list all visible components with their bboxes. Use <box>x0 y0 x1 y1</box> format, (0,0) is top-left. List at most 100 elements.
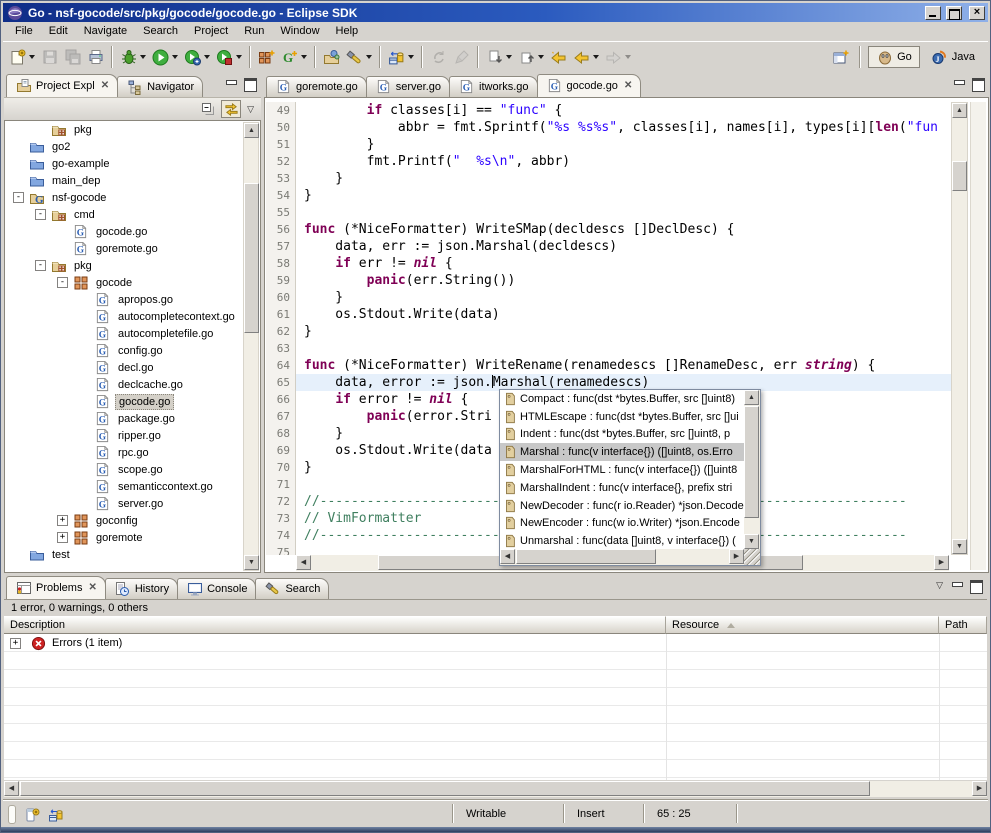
dropdown-arrow-icon[interactable] <box>236 55 242 59</box>
expand-toggle-icon[interactable]: + <box>57 515 68 526</box>
tree-item-ripper.go[interactable]: Gripper.go <box>5 427 260 444</box>
scroll-right-icon[interactable]: ▶ <box>972 781 987 796</box>
completion-item[interactable]: Marshal : func(v interface{}) ([]uint8, … <box>500 443 744 461</box>
tree-item-scope.go[interactable]: Gscope.go <box>5 461 260 478</box>
expand-toggle-icon[interactable]: + <box>57 532 68 543</box>
debug-button[interactable] <box>117 45 149 69</box>
menu-window[interactable]: Window <box>272 23 327 40</box>
menu-project[interactable]: Project <box>186 23 236 40</box>
completion-item[interactable]: Unmarshal : func(data []uint8, v interfa… <box>500 532 744 549</box>
maximize-button[interactable] <box>946 6 962 20</box>
tree-item-rpc.go[interactable]: Grpc.go <box>5 444 260 461</box>
problems-hscroll-thumb[interactable] <box>20 781 870 796</box>
tree-item-goremote[interactable]: +goremote <box>5 529 260 546</box>
collapse-toggle-icon[interactable]: - <box>57 277 68 288</box>
new-go-element-button[interactable]: G <box>278 45 310 69</box>
menu-help[interactable]: Help <box>328 23 367 40</box>
collapse-all-button[interactable] <box>198 100 218 118</box>
column-header-description[interactable]: Description <box>4 616 666 634</box>
new-button[interactable] <box>6 45 38 69</box>
completion-item[interactable]: MarshalForHTML : func(v interface{}) ([]… <box>500 461 744 479</box>
code-line-59[interactable]: 59 panic(err.String()) <box>266 272 952 289</box>
editor-tab-goremote.go[interactable]: Ggoremote.go <box>266 76 367 97</box>
tree-item-test[interactable]: test <box>5 546 260 563</box>
column-header-path[interactable]: Path <box>939 616 987 634</box>
scroll-down-icon[interactable]: ▼ <box>952 539 967 554</box>
code-line-60[interactable]: 60 } <box>266 289 952 306</box>
scroll-up-icon[interactable]: ▲ <box>952 103 967 118</box>
code-line-57[interactable]: 57 data, err := json.Marshal(decldescs) <box>266 238 952 255</box>
tree-item-main_dep[interactable]: main_dep <box>5 172 260 189</box>
tree-item-pkg[interactable]: pkg <box>5 121 260 138</box>
tree-item-apropos.go[interactable]: Gapropos.go <box>5 291 260 308</box>
dropdown-arrow-icon[interactable] <box>29 55 35 59</box>
last-edit-location-button[interactable] <box>547 45 570 69</box>
completion-item[interactable]: MarshalIndent : func(v interface{}, pref… <box>500 479 744 497</box>
view-tab-console[interactable]: Console <box>177 578 256 599</box>
go-environment-button[interactable] <box>385 45 417 69</box>
view-menu-icon[interactable]: ▽ <box>933 580 946 592</box>
back-button[interactable] <box>570 45 602 69</box>
popup-hscrollbar[interactable]: ◀ ▶ <box>500 549 744 565</box>
code-line-56[interactable]: 56func (*NiceFormatter) WriteSMap(declde… <box>266 221 952 238</box>
open-type-button[interactable] <box>320 45 343 69</box>
editor-tab-gocode.go[interactable]: Ggocode.go✕ <box>537 74 642 97</box>
scroll-left-icon[interactable]: ◀ <box>500 549 515 564</box>
run-last-button[interactable] <box>181 45 213 69</box>
collapse-toggle-icon[interactable]: - <box>35 260 46 271</box>
column-header-resource[interactable]: Resource <box>666 616 939 634</box>
external-tools-button[interactable] <box>213 45 245 69</box>
menu-run[interactable]: Run <box>236 23 272 40</box>
link-with-editor-button[interactable] <box>221 100 241 118</box>
close-button[interactable]: × <box>969 6 985 20</box>
dropdown-arrow-icon[interactable] <box>408 55 414 59</box>
tree-item-declcache.go[interactable]: Gdeclcache.go <box>5 376 260 393</box>
tree-item-go2[interactable]: go2 <box>5 138 260 155</box>
tree-item-nsf-gocode[interactable]: -Gnsf-gocode <box>5 189 260 206</box>
title-bar[interactable]: Go - nsf-gocode/src/pkg/gocode/gocode.go… <box>3 3 988 22</box>
scroll-down-icon[interactable]: ▼ <box>244 555 259 570</box>
tree-item-pkg[interactable]: -pkg <box>5 257 260 274</box>
minimize-editor-icon[interactable] <box>952 77 967 90</box>
tree-item-autocompletecontext.go[interactable]: Gautocompletecontext.go <box>5 308 260 325</box>
scroll-up-icon[interactable]: ▲ <box>244 123 259 138</box>
close-tab-icon[interactable]: ✕ <box>88 582 96 593</box>
code-line-54[interactable]: 54} <box>266 187 952 204</box>
expand-toggle-icon[interactable]: + <box>10 638 21 649</box>
tree-item-cmd[interactable]: -cmd <box>5 206 260 223</box>
tree-scrollbar[interactable]: ▲ ▼ <box>243 122 259 571</box>
dropdown-arrow-icon[interactable] <box>506 55 512 59</box>
dropdown-arrow-icon[interactable] <box>538 55 544 59</box>
popup-resize-grip[interactable] <box>744 549 760 565</box>
close-tab-icon[interactable]: ✕ <box>101 80 109 91</box>
completion-item[interactable]: NewEncoder : func(w io.Writer) *json.Enc… <box>500 515 744 533</box>
perspective-go-button[interactable]: Go <box>868 46 920 68</box>
scroll-right-icon[interactable]: ▶ <box>729 549 744 564</box>
popup-vscrollbar[interactable]: ▲ ▼ <box>744 390 760 549</box>
dropdown-arrow-icon[interactable] <box>625 55 631 59</box>
menu-search[interactable]: Search <box>135 23 186 40</box>
scroll-down-icon[interactable]: ▼ <box>744 534 759 549</box>
completion-item[interactable]: NewDecoder : func(r io.Reader) *json.Dec… <box>500 497 744 515</box>
next-annotation-button[interactable] <box>483 45 515 69</box>
tree-scroll-thumb[interactable] <box>244 183 259 333</box>
problems-row[interactable]: +Errors (1 item) <box>4 634 987 652</box>
tree-item-goremote.go[interactable]: Ggoremote.go <box>5 240 260 257</box>
view-tab-project-expl[interactable]: Project Expl✕ <box>6 74 118 97</box>
previous-annotation-button[interactable] <box>515 45 547 69</box>
popup-vscroll-thumb[interactable] <box>744 406 759 518</box>
scroll-left-icon[interactable]: ◀ <box>296 555 311 570</box>
minimize-button[interactable] <box>925 6 941 20</box>
new-go-package-button[interactable] <box>255 45 278 69</box>
dropdown-arrow-icon[interactable] <box>172 55 178 59</box>
dropdown-arrow-icon[interactable] <box>204 55 210 59</box>
problems-hscrollbar[interactable]: ◀ ▶ <box>4 781 987 797</box>
dropdown-arrow-icon[interactable] <box>366 55 372 59</box>
print-button[interactable] <box>84 45 107 69</box>
dropdown-arrow-icon[interactable] <box>301 55 307 59</box>
tree-item-server.go[interactable]: Gserver.go <box>5 495 260 512</box>
code-line-52[interactable]: 52 fmt.Printf(" %s\n", abbr) <box>266 153 952 170</box>
tree-item-autocompletefile.go[interactable]: Gautocompletefile.go <box>5 325 260 342</box>
close-tab-icon[interactable]: ✕ <box>624 80 632 91</box>
tree-item-gocode.go[interactable]: Ggocode.go <box>5 223 260 240</box>
